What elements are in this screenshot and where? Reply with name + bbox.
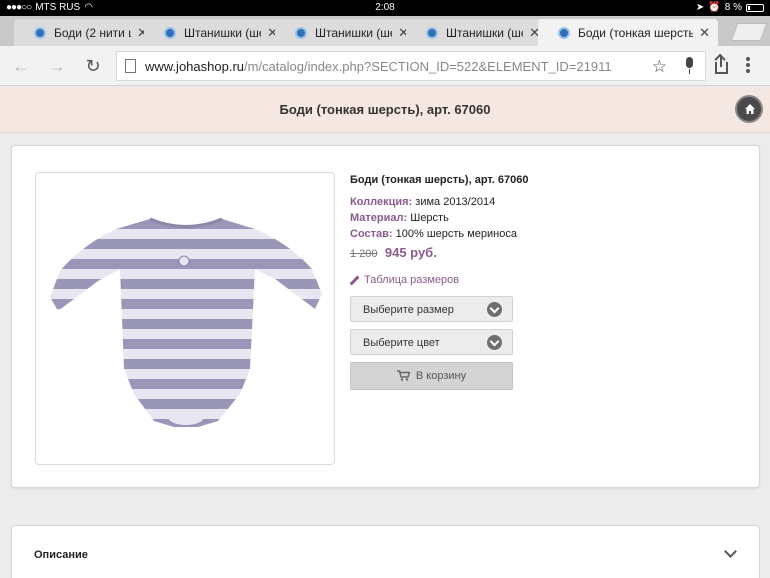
browser-toolbar: ← → ↻ www.johashop.ru/m/catalog/index.ph… <box>0 46 770 86</box>
pencil-icon <box>350 276 359 285</box>
product-title: Боди (тонкая шерсть), арт. 67060 <box>350 174 529 186</box>
microphone-icon[interactable] <box>683 57 695 75</box>
url-path: /m/catalog/index.php?SECTION_ID=522&ELEM… <box>244 59 612 74</box>
tab-title: Боди (тонкая шерсть <box>578 25 694 40</box>
share-icon[interactable] <box>714 55 730 77</box>
collection-label: Коллекция: <box>350 196 413 208</box>
site-favicon-icon <box>164 26 176 39</box>
collection-row: Коллекция: зима 2013/2014 <box>350 196 750 208</box>
price: 1 200 945 руб. <box>350 245 750 260</box>
composition-label: Состав: <box>350 228 393 240</box>
overflow-menu-icon[interactable] <box>746 57 752 75</box>
size-select[interactable]: Выберите размер <box>350 296 513 322</box>
new-tab-button[interactable] <box>730 23 768 41</box>
product-image[interactable] <box>35 172 335 465</box>
chevron-down-icon[interactable] <box>724 545 737 558</box>
site-favicon-icon <box>295 26 307 39</box>
site-favicon-icon <box>426 26 438 39</box>
material-label: Материал: <box>350 212 408 224</box>
url-host: www.johashop.ru <box>145 59 244 74</box>
browser-tab[interactable]: Боди (2 нити шерсть ✕ <box>14 19 156 46</box>
site-header: Боди (тонкая шерсть), арт. 67060 <box>0 87 770 133</box>
address-bar[interactable]: www.johashop.ru/m/catalog/index.php?SECT… <box>116 51 706 81</box>
size-table-link-label: Таблица размеров <box>364 274 460 286</box>
forward-arrow-icon[interactable]: → <box>46 55 68 77</box>
ios-status-bar: ●●●○○ MTS RUS ◠ 2:08 ➤ ⏰ 8 % <box>0 0 770 16</box>
product-card: Боди (тонкая шерсть), арт. 67060 Коллекц… <box>11 145 760 488</box>
description-label: Описание <box>34 549 88 561</box>
description-section[interactable]: Описание <box>11 525 760 578</box>
location-icon: ➤ <box>695 2 705 13</box>
composition-row: Состав: 100% шерсть мериноса <box>350 228 750 240</box>
url-text[interactable]: www.johashop.ru/m/catalog/index.php?SECT… <box>145 59 612 74</box>
composition-value: 100% шерсть мериноса <box>395 228 517 240</box>
reload-icon[interactable]: ↻ <box>82 55 104 77</box>
home-button[interactable] <box>735 95 763 123</box>
browser-tab[interactable]: Штанишки (шерсть ✕ <box>144 19 286 46</box>
new-price: 945 руб. <box>384 245 437 260</box>
bookmark-star-icon[interactable]: ☆ <box>652 57 667 77</box>
tab-title: Боди (2 нити шерсть <box>54 25 131 40</box>
tab-title: Штанишки (шерсть <box>184 25 261 40</box>
size-table-link[interactable]: Таблица размеров <box>350 274 750 286</box>
browser-tab-active[interactable]: Боди (тонкая шерсть ✕ <box>538 19 718 46</box>
chevron-down-icon <box>487 302 502 317</box>
status-time: 2:08 <box>375 2 395 13</box>
collection-value: зима 2013/2014 <box>415 196 496 208</box>
material-value: Шерсть <box>410 212 449 224</box>
browser-tab[interactable]: Штанишки (шерсть ✕ <box>275 19 417 46</box>
striped-bodysuit-image <box>50 217 322 427</box>
browser-tab-strip: Боди (2 нити шерсть ✕ Штанишки (шерсть ✕… <box>0 16 770 46</box>
color-select-label: Выберите цвет <box>363 337 440 349</box>
home-icon <box>745 104 755 114</box>
alarm-icon: ⏰ <box>708 2 721 13</box>
battery-percent: 8 % <box>724 2 742 13</box>
browser-tab[interactable]: Штанишки (шерсть ✕ <box>406 19 548 46</box>
shopping-cart-icon <box>396 370 410 381</box>
color-select[interactable]: Выберите цвет <box>350 329 513 355</box>
tab-title: Штанишки (шерсть <box>446 25 523 40</box>
chevron-down-icon <box>487 335 502 350</box>
add-to-cart-label: В корзину <box>415 370 467 382</box>
page-icon <box>125 59 136 73</box>
site-favicon-icon <box>558 26 570 39</box>
material-row: Материал: Шерсть <box>350 212 750 224</box>
product-info: Боди (тонкая шерсть), арт. 67060 Коллекц… <box>350 174 750 286</box>
site-favicon-icon <box>34 26 46 39</box>
close-tab-icon[interactable]: ✕ <box>699 25 710 41</box>
back-arrow-icon[interactable]: ← <box>10 55 32 77</box>
tab-title: Штанишки (шерсть <box>315 25 392 40</box>
battery-icon <box>746 3 764 12</box>
add-to-cart-button[interactable]: В корзину <box>350 362 513 390</box>
size-select-label: Выберите размер <box>363 304 454 316</box>
old-price: 1 200 <box>350 248 378 260</box>
page-title: Боди (тонкая шерсть), арт. 67060 <box>279 102 491 117</box>
